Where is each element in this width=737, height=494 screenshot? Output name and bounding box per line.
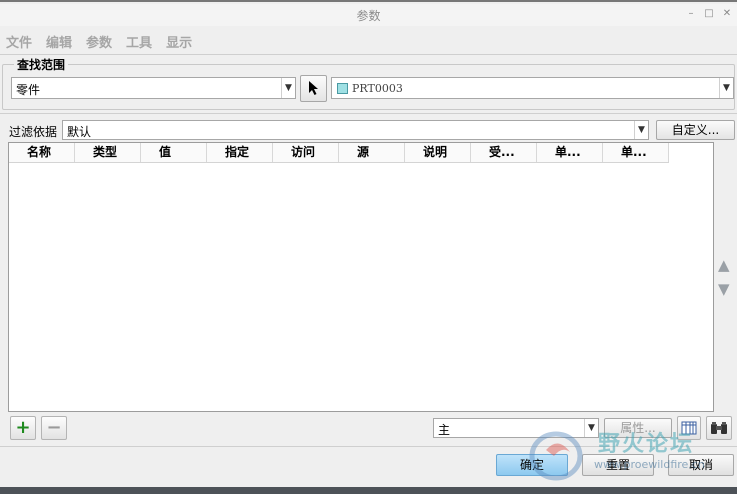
minimize-icon[interactable]: – [685,8,697,20]
table-header: 名称 类型 值 指定 访问 源 说明 受... 单... 单... [9,143,669,163]
filter-value: 默认 [67,125,92,139]
column-header[interactable]: 单... [537,143,603,162]
divider [0,113,737,114]
column-header[interactable]: 值 [141,143,207,162]
divider [0,54,737,55]
select-object-button[interactable] [300,75,327,102]
parameters-table: 名称 类型 值 指定 访问 源 说明 受... 单... 单... [8,142,714,412]
chevron-down-icon: ▼ [719,78,733,98]
watermark-url: www.proewildfire.cn [594,458,705,471]
window-title: 参数 [356,9,381,23]
title-bar: 参数 – □ ✕ [0,4,737,26]
column-header[interactable]: 指定 [207,143,273,162]
part-icon [337,83,348,94]
watermark-text: 野火论坛 [598,432,695,457]
triangle-up-icon[interactable]: ▲ [718,256,730,274]
column-header[interactable]: 名称 [9,143,75,162]
maximize-icon[interactable]: □ [703,8,715,20]
watermark-logo-icon [529,431,583,481]
column-header[interactable]: 访问 [273,143,339,162]
menu-tools[interactable]: 工具 [119,30,159,52]
object-type-value: 零件 [16,83,41,97]
remove-parameter-button[interactable]: − [41,416,67,440]
column-header[interactable]: 说明 [405,143,471,162]
filter-select[interactable]: 默认 ▼ [62,120,649,140]
menu-parameters[interactable]: 参数 [79,30,119,52]
watermark: 野火论坛 www.proewildfire.cn [526,426,736,486]
customize-button[interactable]: 自定义... [656,120,735,140]
find-scope-label: 查找范围 [14,56,69,73]
triangle-down-icon[interactable]: ▼ [718,280,730,298]
column-header[interactable]: 单... [603,143,669,162]
object-type-select[interactable]: 零件 ▼ [11,77,296,99]
object-select[interactable]: PRT0003 ▼ [331,77,734,99]
parameters-dialog: 参数 – □ ✕ 文件 编辑 参数 工具 显示 查找范围 零件 ▼ PRT000… [0,0,737,487]
menu-edit[interactable]: 编辑 [39,30,79,52]
cursor-arrow-icon [308,81,318,95]
chevron-down-icon: ▼ [634,121,648,139]
menu-bar: 文件 编辑 参数 工具 显示 [0,30,199,52]
menu-display[interactable]: 显示 [159,30,199,52]
filter-label: 过滤依据 [9,125,58,139]
column-header[interactable]: 类型 [75,143,141,162]
add-parameter-button[interactable]: + [10,416,36,440]
chevron-down-icon: ▼ [281,78,295,98]
object-value: PRT0003 [352,82,403,95]
parameter-set-value: 主 [438,423,451,437]
menu-file[interactable]: 文件 [0,30,39,52]
desktop-strip [0,487,737,494]
plus-icon: + [15,417,31,438]
minus-icon: − [46,417,62,438]
column-header[interactable]: 受... [471,143,537,162]
column-header[interactable]: 源 [339,143,405,162]
close-icon[interactable]: ✕ [721,8,733,20]
